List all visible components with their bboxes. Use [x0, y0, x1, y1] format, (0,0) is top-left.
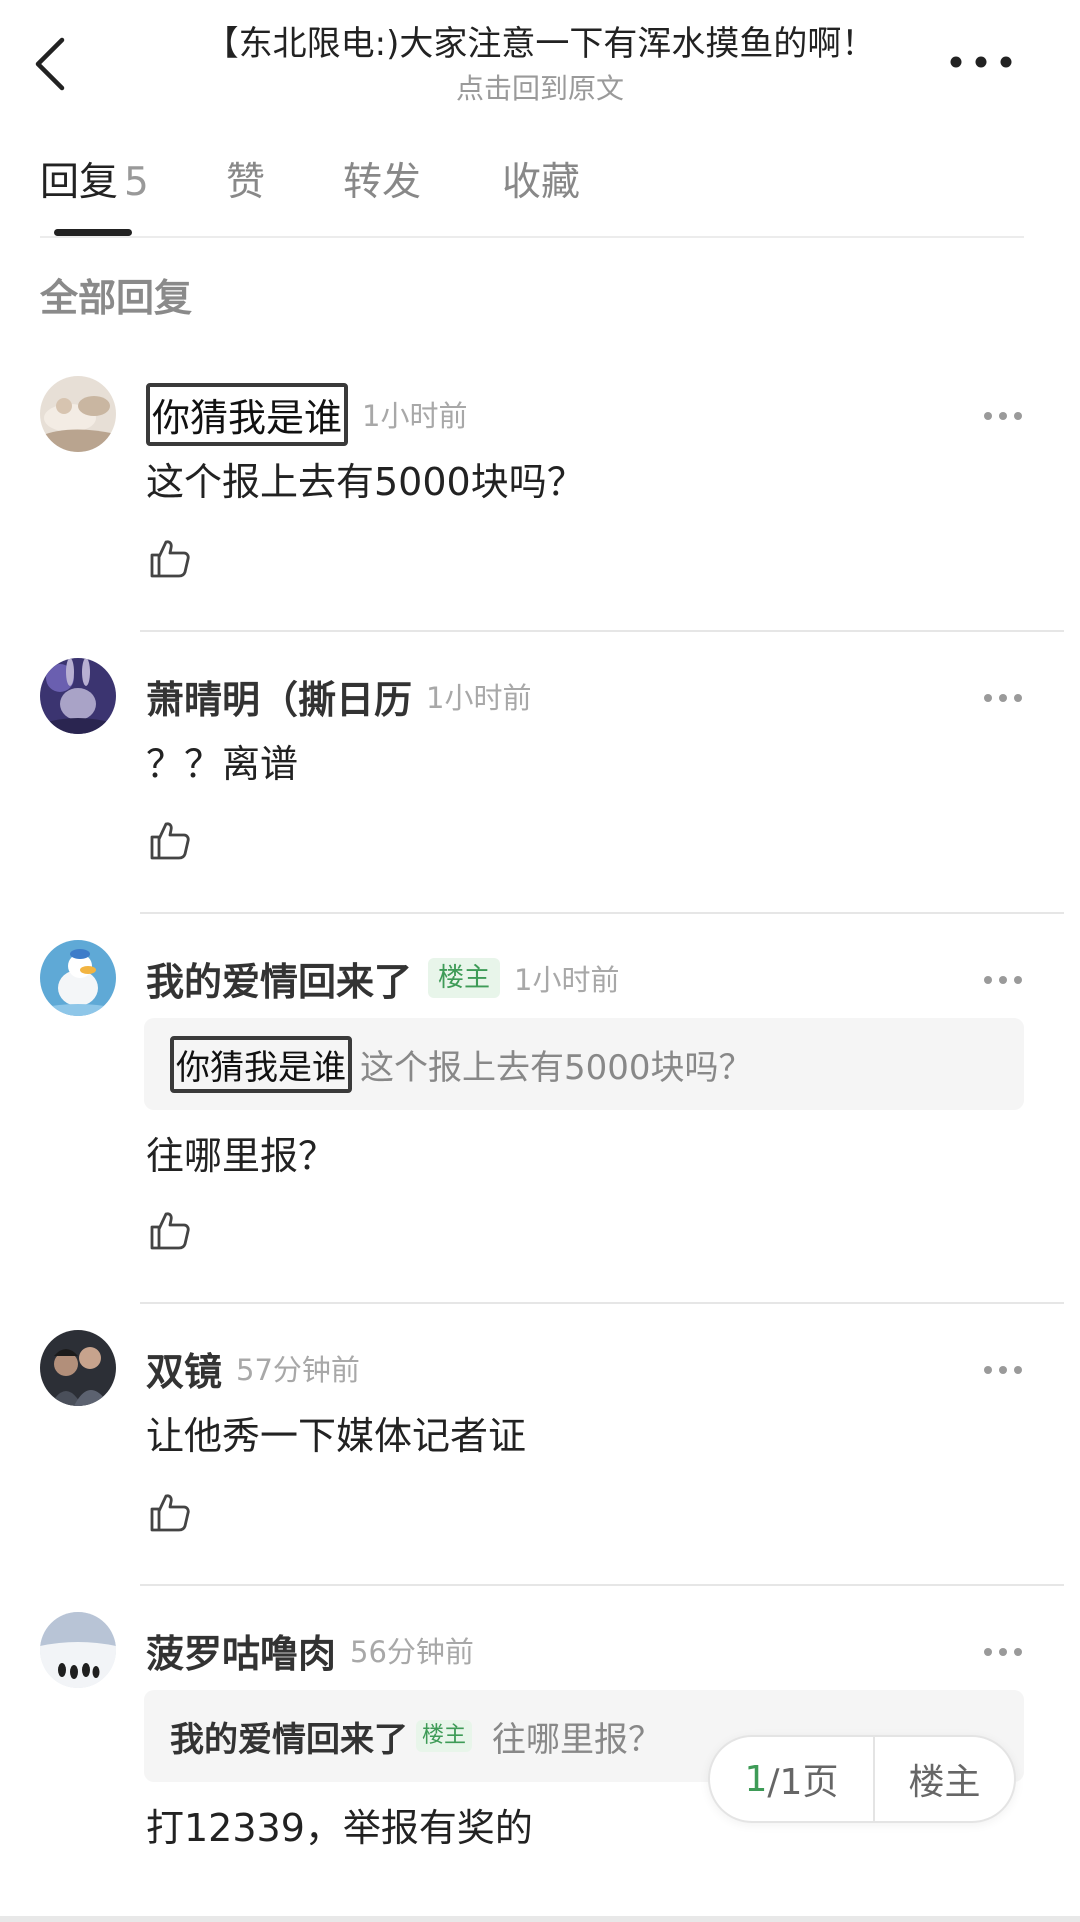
- comment-header: 双镜 57分钟前: [146, 1338, 360, 1398]
- comment-more-button[interactable]: [982, 406, 1024, 426]
- comment-header: 你猜我是谁 1小时前: [146, 382, 468, 446]
- section-title: 全部回复: [40, 276, 193, 320]
- like-button[interactable]: [148, 1208, 192, 1252]
- timestamp: 1小时前: [514, 963, 620, 997]
- like-button[interactable]: [148, 536, 192, 580]
- more-horizontal-icon: [984, 412, 1022, 420]
- reply-count: 5: [124, 160, 149, 205]
- total-pages: /1页: [767, 1762, 839, 1803]
- tab-replies[interactable]: 回复 5: [40, 150, 149, 216]
- more-horizontal-icon: [984, 1648, 1022, 1656]
- row-divider: [140, 1584, 1064, 1586]
- comment-more-button[interactable]: [982, 970, 1024, 990]
- comment-content: ？？离谱: [146, 742, 299, 786]
- comment-more-button[interactable]: [982, 688, 1024, 708]
- thumbs-up-icon: [150, 1494, 190, 1532]
- op-badge: 楼主: [416, 1720, 473, 1752]
- username[interactable]: 你猜我是谁: [146, 382, 349, 446]
- row-divider: [140, 1302, 1064, 1304]
- comment-content: 打12339，举报有奖的: [146, 1806, 533, 1850]
- avatar[interactable]: [40, 940, 116, 1016]
- avatar[interactable]: [40, 1330, 116, 1406]
- username[interactable]: 我的爱情回来了: [146, 951, 412, 1006]
- tabs-divider: [40, 236, 1024, 238]
- back-to-original-link[interactable]: 点击回到原文: [140, 70, 940, 108]
- timestamp: 1小时前: [362, 399, 468, 433]
- current-page: 1: [744, 1758, 768, 1800]
- avatar[interactable]: [40, 1612, 116, 1688]
- quoted-reply[interactable]: 你猜我是谁 这个报上去有5000块吗？: [144, 1018, 1024, 1110]
- comment-content: 这个报上去有5000块吗？: [146, 460, 585, 504]
- username[interactable]: 双镜: [146, 1341, 222, 1396]
- page-title: 【东北限电:)大家注意一下有浑水摸鱼的啊！: [204, 24, 876, 64]
- op-badge: 楼主: [428, 958, 501, 998]
- tab-likes[interactable]: 赞: [226, 150, 265, 216]
- more-horizontal-icon: [984, 694, 1022, 702]
- thumbs-up-icon: [150, 822, 190, 860]
- page-navigator: 1/1页 楼主: [708, 1735, 1016, 1823]
- quoted-text: 这个报上去有5000块吗？: [360, 1047, 753, 1088]
- thumbs-up-icon: [150, 1212, 190, 1250]
- more-horizontal-icon: [984, 1366, 1022, 1374]
- timestamp: 56分钟前: [350, 1635, 474, 1669]
- comment-header: 萧晴明（撕日历 1小时前: [146, 666, 531, 726]
- like-button[interactable]: [148, 1490, 192, 1534]
- op-only-button[interactable]: 楼主: [875, 1737, 1014, 1821]
- back-button[interactable]: [22, 28, 82, 98]
- quoted-text: 往哪里报？: [492, 1719, 663, 1760]
- row-divider: [140, 630, 1064, 632]
- tab-reposts[interactable]: 转发: [343, 150, 421, 216]
- comment-header: 我的爱情回来了 楼主 1小时前: [146, 948, 619, 1008]
- avatar[interactable]: [40, 658, 116, 734]
- username[interactable]: 菠罗咕噜肉: [146, 1623, 336, 1678]
- more-horizontal-icon: [984, 976, 1022, 984]
- timestamp: 1小时前: [426, 681, 532, 715]
- thumbs-up-icon: [150, 540, 190, 578]
- tab-favorites[interactable]: 收藏: [502, 150, 580, 216]
- like-button[interactable]: [148, 818, 192, 862]
- chevron-left-icon: [35, 37, 65, 91]
- row-divider: [140, 912, 1064, 914]
- title-area[interactable]: 【东北限电:)大家注意一下有浑水摸鱼的啊！ 点击回到原文: [140, 18, 940, 108]
- page-indicator[interactable]: 1/1页: [710, 1737, 873, 1821]
- comment-more-button[interactable]: [982, 1360, 1024, 1380]
- timestamp: 57分钟前: [236, 1353, 360, 1387]
- more-button[interactable]: [946, 40, 1016, 84]
- quoted-username[interactable]: 我的爱情回来了: [170, 1712, 408, 1761]
- comment-content: 往哪里报？: [146, 1134, 337, 1178]
- quoted-username[interactable]: 你猜我是谁: [170, 1035, 352, 1093]
- comment-content: 让他秀一下媒体记者证: [146, 1414, 527, 1458]
- username[interactable]: 萧晴明（撕日历: [146, 669, 412, 724]
- avatar[interactable]: [40, 376, 116, 452]
- top-bar: 【东北限电:)大家注意一下有浑水摸鱼的啊！ 点击回到原文: [0, 0, 1080, 120]
- active-tab-indicator: [54, 229, 132, 236]
- bottom-edge: [0, 1916, 1080, 1922]
- tab-replies-label: 回复: [40, 160, 119, 205]
- comment-more-button[interactable]: [982, 1642, 1024, 1662]
- more-horizontal-icon: [950, 56, 1012, 68]
- comment-header: 菠罗咕噜肉 56分钟前: [146, 1620, 474, 1680]
- tab-bar: 回复 5 赞 转发 收藏: [40, 150, 1040, 240]
